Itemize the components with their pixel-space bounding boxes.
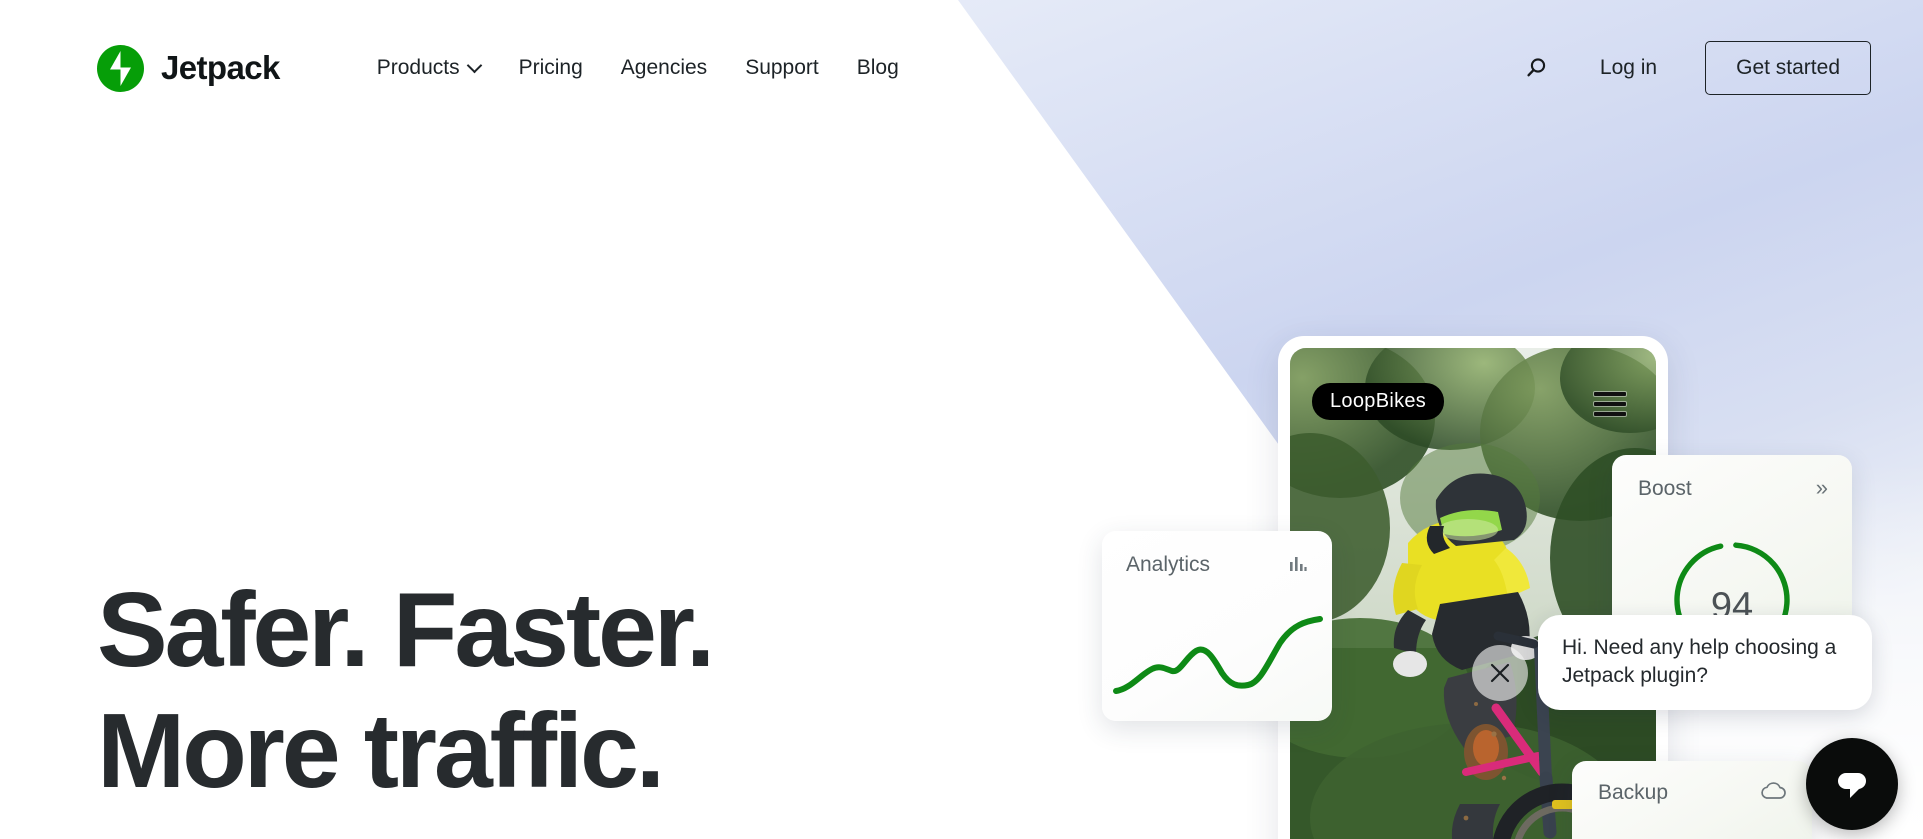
nav-item-label: Products [376,56,460,79]
hamburger-bar [1594,402,1626,406]
site-badge: LoopBikes [1312,383,1445,420]
nav-item-label: Support [745,56,819,79]
backup-card[interactable]: Backup [1572,761,1812,839]
nav-item-pricing[interactable]: Pricing [500,46,602,90]
login-link[interactable]: Log in [1578,46,1679,90]
page-title-line-1: Safer. Faster. [97,571,715,689]
site-header: Jetpack Products Pricing Agencies Suppor… [0,0,1923,136]
cloud-icon [1760,781,1786,805]
page-title-line-2: More traffic. [97,691,665,810]
nav-item-label: Agencies [620,56,708,79]
chat-bubble-icon [1838,773,1866,798]
hamburger-bar [1594,412,1626,416]
close-icon [1490,663,1510,683]
analytics-card[interactable]: Analytics [1102,531,1332,721]
brand-name: Jetpack [161,49,280,86]
chat-greeting-message[interactable]: Hi. Need any help choosing a Jetpack plu… [1538,615,1872,710]
boost-card-header: Boost » [1612,455,1852,501]
analytics-card-header: Analytics [1102,531,1332,578]
backup-card-title: Backup [1598,781,1669,804]
boost-card-title: Boost [1638,477,1692,500]
get-started-button[interactable]: Get started [1705,41,1871,95]
primary-nav: Products Pricing Agencies Support Blog [358,46,918,90]
chat-close-button[interactable] [1472,645,1528,701]
hamburger-bar [1594,392,1626,396]
chevron-down-icon [469,60,481,72]
jetpack-bolt-icon [97,44,144,92]
nav-item-label: Blog [856,56,899,79]
nav-item-products[interactable]: Products [358,46,500,90]
bar-chart-icon [1288,553,1308,578]
nav-item-support[interactable]: Support [726,46,838,90]
hamburger-menu-icon[interactable] [1594,392,1626,422]
chevrons-right-icon[interactable]: » [1816,477,1828,499]
brand-logo-link[interactable]: Jetpack [97,44,280,92]
hero-copy: Safer. Faster. More traffic. [97,570,715,812]
chat-launcher-button[interactable] [1806,738,1898,830]
search-icon[interactable] [1512,44,1560,92]
analytics-line-chart [1113,616,1323,694]
nav-item-blog[interactable]: Blog [838,46,918,90]
nav-item-agencies[interactable]: Agencies [602,46,726,90]
analytics-card-title: Analytics [1126,553,1211,576]
nav-item-label: Pricing [518,56,583,79]
backup-card-header: Backup [1572,761,1812,805]
header-actions: Log in Get started [1512,41,1871,95]
